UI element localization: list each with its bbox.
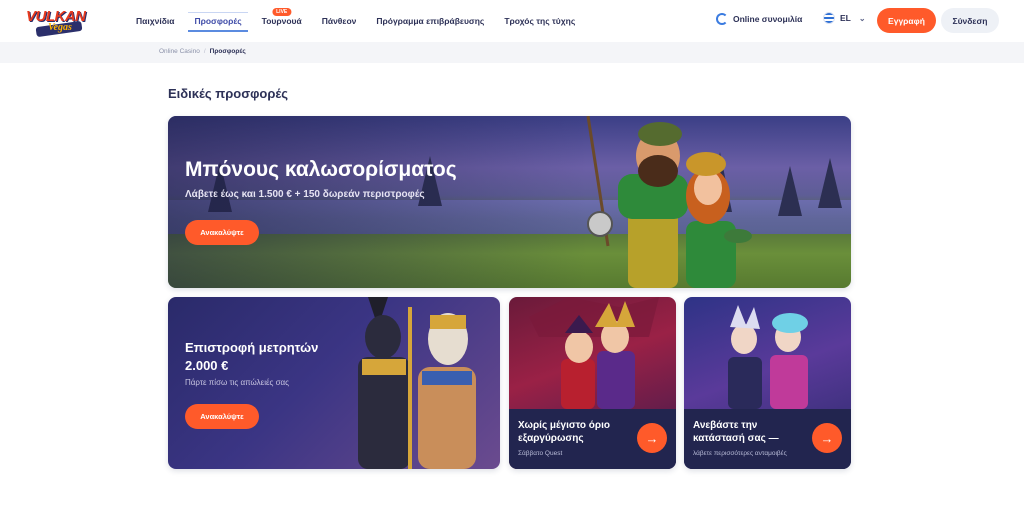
nav-item-promotions[interactable]: Προσφορές xyxy=(184,0,251,42)
language-code: EL xyxy=(840,13,851,23)
nav-label: Πρόγραμμα επιβράβευσης xyxy=(376,16,485,26)
nav-item-games[interactable]: Παιχνίδια xyxy=(126,0,184,42)
breadcrumb-separator: / xyxy=(203,48,206,55)
site-logo[interactable]: VULKAN Vegas xyxy=(26,4,90,38)
hero-shade xyxy=(168,116,588,288)
welcome-bonus-title: Μπόνους καλωσορίσματος xyxy=(185,158,457,181)
cashback-card[interactable]: Επιστροφή μετρητών 2.000 € Πάρτε πίσω τι… xyxy=(168,297,500,469)
level-up-footer: Ανεβάστε την κατάστασή σας — λάβετε περι… xyxy=(684,409,851,469)
greek-flag-icon xyxy=(823,12,835,24)
welcome-bonus-subtitle: Λάβετε έως και 1.500 € + 150 δωρεάν περι… xyxy=(185,189,425,200)
no-limit-footer: Χωρίς μέγιστο όριο εξαργύρωσης Σάββατο Q… xyxy=(509,409,676,469)
nav-item-wheel-of-fortune[interactable]: Τροχός της τύχης xyxy=(494,0,585,42)
chevron-down-icon: ⌄ xyxy=(858,13,866,23)
online-chat-label: Online συνομιλία xyxy=(733,14,803,24)
no-limit-arrow-button[interactable]: → xyxy=(637,423,667,453)
breadcrumb: Online Casino / Προσφορές xyxy=(159,48,246,55)
online-chat-link[interactable]: Online συνομιλία xyxy=(716,13,802,25)
nav-label: Παιχνίδια xyxy=(136,16,175,26)
level-up-subtitle: λάβετε περισσότερες ανταμοιβές xyxy=(693,450,787,457)
breadcrumb-home-link[interactable]: Online Casino xyxy=(159,48,200,55)
page-title: Ειδικές προσφορές xyxy=(168,86,289,101)
nav-label: Προσφορές xyxy=(194,16,242,26)
cashback-subtitle: Πάρτε πίσω τις απώλειές σας xyxy=(185,378,290,387)
cashback-title: Επιστροφή μετρητών 2.000 € xyxy=(185,340,319,373)
register-button[interactable]: Εγγραφή xyxy=(877,8,936,33)
jesters-illustration xyxy=(529,297,659,409)
no-limit-subtitle: Σάββατο Quest xyxy=(518,450,563,457)
heroes-illustration xyxy=(728,305,808,409)
nav-item-tournaments[interactable]: LIVE Τουρνουά xyxy=(252,0,312,42)
nav-label: Πάνθεον xyxy=(321,16,357,26)
level-up-title: Ανεβάστε την κατάστασή σας — xyxy=(693,420,779,444)
nav-label: Τουρνουά xyxy=(261,16,302,26)
nav-item-pantheon[interactable]: Πάνθεον xyxy=(312,0,367,42)
egyptian-gods-illustration xyxy=(358,297,476,469)
logo-subtext: Vegas xyxy=(48,22,72,33)
nav-item-loyalty[interactable]: Πρόγραμμα επιβράβευσης xyxy=(366,0,494,42)
welcome-discover-button[interactable]: Ανακαλύψτε xyxy=(185,220,259,245)
no-limit-card[interactable]: Χωρίς μέγιστο όριο εξαργύρωσης Σάββατο Q… xyxy=(509,297,676,469)
level-up-arrow-button[interactable]: → xyxy=(812,423,842,453)
arrow-right-icon: → xyxy=(645,430,659,446)
welcome-bonus-card[interactable]: Μπόνους καλωσορίσματος Λάβετε έως και 1.… xyxy=(168,116,851,288)
arrow-right-icon: → xyxy=(820,430,834,446)
site-header: VULKAN Vegas Παιχνίδια Προσφορές LIVE Το… xyxy=(0,0,1024,42)
breadcrumb-bar: Online Casino / Προσφορές xyxy=(0,42,1024,63)
breadcrumb-current: Προσφορές xyxy=(209,48,246,55)
level-up-card[interactable]: Ανεβάστε την κατάστασή σας — λάβετε περι… xyxy=(684,297,851,469)
cashback-discover-button[interactable]: Ανακαλύψτε xyxy=(185,404,259,429)
no-limit-title: Χωρίς μέγιστο όριο εξαργύρωσης xyxy=(518,420,610,444)
login-button[interactable]: Σύνδεση xyxy=(941,8,999,33)
fisherman-couple-illustration xyxy=(586,116,752,288)
main-nav: Παιχνίδια Προσφορές LIVE Τουρνουά Πάνθεο… xyxy=(126,0,585,42)
language-selector[interactable]: EL ⌄ xyxy=(823,12,866,24)
live-badge: LIVE xyxy=(272,8,292,16)
chat-support-icon xyxy=(716,13,728,25)
nav-label: Τροχός της τύχης xyxy=(504,16,576,26)
